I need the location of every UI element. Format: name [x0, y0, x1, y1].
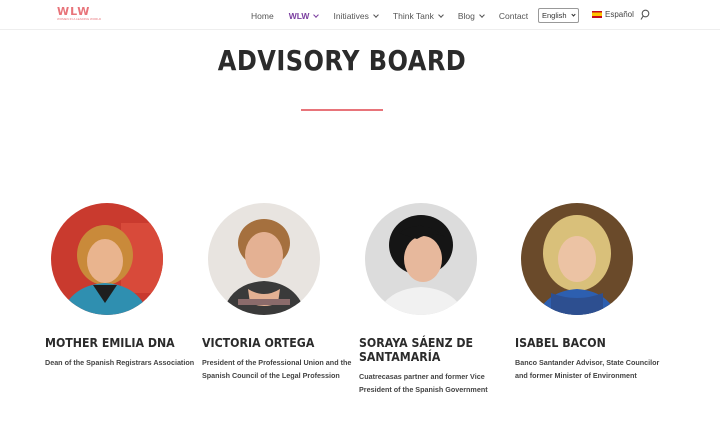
member-name: ISABEL BACON [515, 335, 606, 350]
board-member-card: MOTHER EMILIA DNA Dean of the Spanish Re… [45, 203, 195, 369]
nav-home-label: Home [251, 11, 274, 21]
chevron-down-icon [571, 12, 576, 17]
language-alt-label: Español [605, 10, 634, 19]
site-header: WLW WOMEN IN A LEADING WORLD Home WLW In… [0, 0, 720, 30]
chevron-down-icon [373, 11, 379, 18]
logo-tagline: WOMEN IN A LEADING WORLD [57, 17, 102, 21]
logo-mark: WLW [57, 5, 91, 18]
page-title: ADVISORY BOARD [217, 44, 467, 77]
nav-think-tank[interactable]: Think Tank [392, 11, 444, 21]
nav-think-tank-label: Think Tank [392, 11, 434, 21]
chevron-down-icon [438, 11, 444, 18]
nav-home[interactable]: Home [251, 11, 274, 21]
search-icon[interactable] [640, 9, 650, 21]
board-member-card: ISABEL BACON Banco Santander Advisor, St… [515, 203, 665, 382]
board-member-card: VICTORIA ORTEGA President of the Profess… [202, 203, 352, 382]
chevron-down-icon [479, 11, 485, 18]
nav-blog[interactable]: Blog [457, 11, 485, 21]
spain-flag-icon [592, 11, 602, 18]
member-name: MOTHER EMILIA DNA [45, 335, 175, 350]
title-divider [301, 109, 383, 111]
avatar [51, 203, 163, 315]
site-logo[interactable]: WLW WOMEN IN A LEADING WORLD [57, 6, 101, 24]
nav-initiatives[interactable]: Initiatives [333, 11, 379, 21]
member-role: Cuatrecasas partner and former Vice Pres… [359, 372, 488, 394]
chevron-down-icon [313, 11, 320, 18]
nav-wlw[interactable]: WLW [288, 11, 320, 21]
board-member-card: SORAYA SÁENZ DE SANTAMARÍA Cuatrecasas p… [359, 203, 509, 396]
main-nav: Home WLW Initiatives Think Tank Blog Con… [251, 9, 543, 23]
member-role: Dean of the Spanish Registrars Associati… [45, 358, 195, 367]
avatar [208, 203, 320, 315]
nav-blog-label: Blog [457, 11, 475, 21]
nav-contact[interactable]: Contact [499, 11, 528, 21]
nav-wlw-label: WLW [288, 11, 310, 21]
avatar [365, 203, 477, 315]
member-role: Banco Santander Advisor, State Councilor… [515, 358, 660, 380]
nav-initiatives-label: Initiatives [333, 11, 369, 21]
language-select[interactable]: English [538, 8, 579, 23]
member-role: President of the Professional Union and … [202, 358, 352, 380]
avatar [521, 203, 633, 315]
member-name: VICTORIA ORTEGA [202, 335, 315, 350]
language-select-value: English [542, 11, 567, 20]
member-name: SORAYA SÁENZ DE SANTAMARÍA [359, 335, 474, 364]
nav-contact-label: Contact [498, 11, 529, 21]
language-switch-spanish[interactable]: Español [592, 10, 634, 19]
